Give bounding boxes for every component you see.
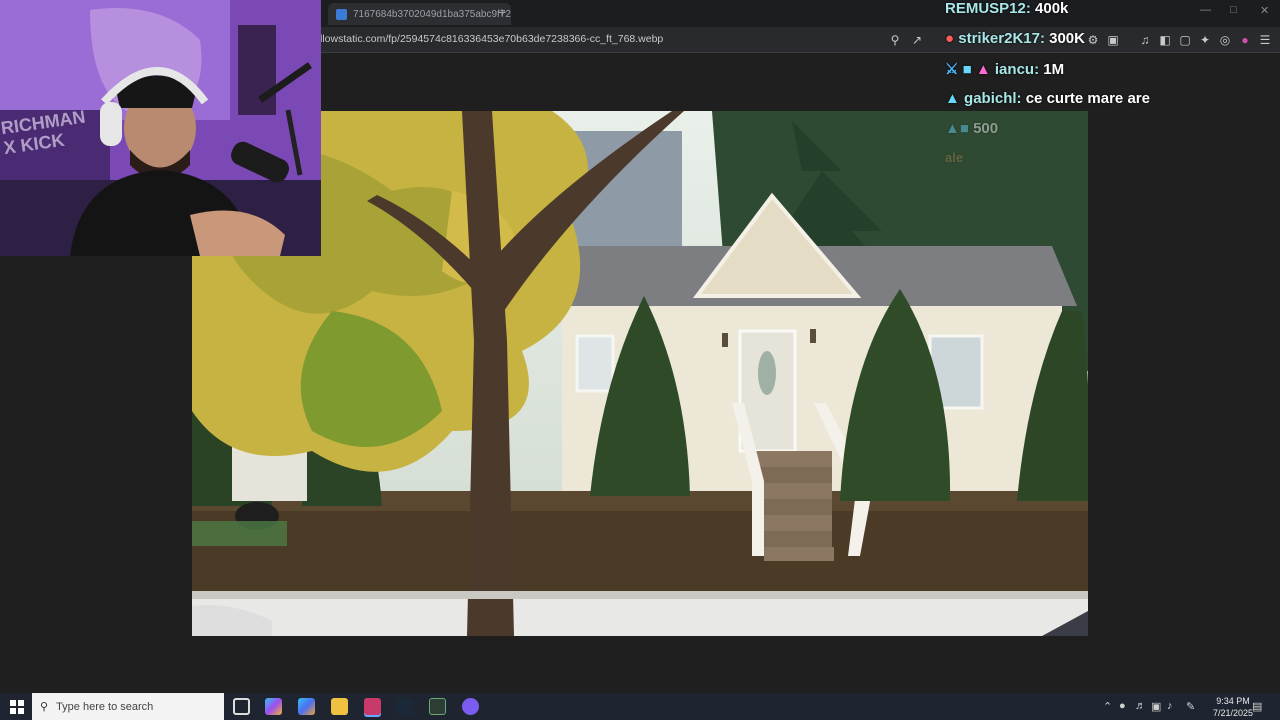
clock[interactable]: 9:34 PM 7/21/2025 (1213, 695, 1253, 719)
pen-icon[interactable]: ✎ (1186, 700, 1195, 713)
tray-overflow-icon[interactable]: ⌃ (1103, 700, 1112, 713)
zoom-icon[interactable]: ⚲ (889, 34, 901, 46)
new-tab-icon[interactable]: + (498, 4, 506, 20)
speaker-icon[interactable]: ♪ (1167, 700, 1173, 712)
windows-logo-icon (10, 699, 24, 714)
url-field[interactable]: llowstatic.com/fp/2594574c816336453e70b6… (320, 33, 663, 45)
chat-badge-icon: ■ (962, 61, 972, 78)
clock-date: 7/21/2025 (1212, 708, 1253, 718)
taskbar: ⚲ Type here to search ⌃ ● ♬ ▣ ♪ ✎ 9:34 P… (0, 693, 1280, 720)
tab-favicon-icon (336, 8, 347, 20)
copilot-icon[interactable] (265, 698, 282, 715)
microphone-icon[interactable]: ● (1119, 700, 1126, 712)
chat-username: iancu: (994, 61, 1040, 78)
chat-line: REMUSP12: 400k (945, 0, 1068, 17)
taskbar-search[interactable]: ⚲ Type here to search (32, 693, 224, 720)
volume-icon[interactable]: ♬ (1135, 700, 1146, 712)
chat-message: 1M (1043, 61, 1065, 78)
chat-message: 400k (1035, 0, 1069, 17)
house-image (192, 111, 1088, 636)
chat-badge-icon: ▲■ (945, 120, 969, 137)
chat-message: 500 (973, 120, 999, 137)
task-view-icon[interactable] (233, 698, 250, 715)
chat-username: striker2K17: (958, 30, 1045, 47)
sword-badge-icon: ⚔ (945, 61, 959, 78)
webcam-overlay: RICHMAN X KICK (0, 0, 321, 256)
browser-tab[interactable]: 7167684b3702049d1ba375abc9f724 (328, 3, 511, 25)
chat-username: REMUSP12: (945, 0, 1031, 17)
search-icon: ⚲ (40, 701, 49, 713)
notification-icon[interactable]: ▤ (1252, 700, 1262, 713)
steam-icon[interactable] (396, 698, 413, 715)
chat-overlay: REMUSP12: 400k ● striker2K17: 300K ⚔ ■ ▲… (945, 0, 1280, 170)
copilot-app-icon[interactable] (298, 698, 315, 715)
chat-badge-icon: ▲ (975, 61, 991, 78)
share-icon[interactable]: ↗ (911, 34, 923, 46)
chat-line: ⚔ ■ ▲ iancu: 1M (945, 60, 1064, 78)
chat-message: ce curte mare are (1025, 90, 1150, 107)
browser-app-icon[interactable] (364, 698, 381, 715)
chat-badge-icon: ● (945, 30, 955, 47)
chat-username: ale (945, 150, 964, 165)
chat-username: gabichl: (964, 90, 1022, 107)
file-explorer-icon[interactable] (331, 698, 348, 715)
chat-line: ale (945, 150, 963, 165)
start-button[interactable] (4, 693, 30, 720)
network-icon[interactable]: ▣ (1151, 700, 1161, 713)
chat-line: ▲ gabichl: ce curte mare are (945, 90, 1150, 107)
chat-line: ● striker2K17: 300K (945, 30, 1085, 47)
chat-badge-icon: ▲ (945, 90, 960, 107)
chat-line: ▲■ 500 (945, 120, 998, 137)
chat-message: 300K (1049, 30, 1085, 47)
clock-time: 9:34 PM (1216, 696, 1250, 706)
search-placeholder: Type here to search (56, 700, 154, 713)
tab-title: 7167684b3702049d1ba375abc9f724 (353, 8, 511, 20)
discord-icon[interactable] (462, 698, 479, 715)
house-photo (192, 111, 1088, 636)
app-icon[interactable] (429, 698, 446, 715)
